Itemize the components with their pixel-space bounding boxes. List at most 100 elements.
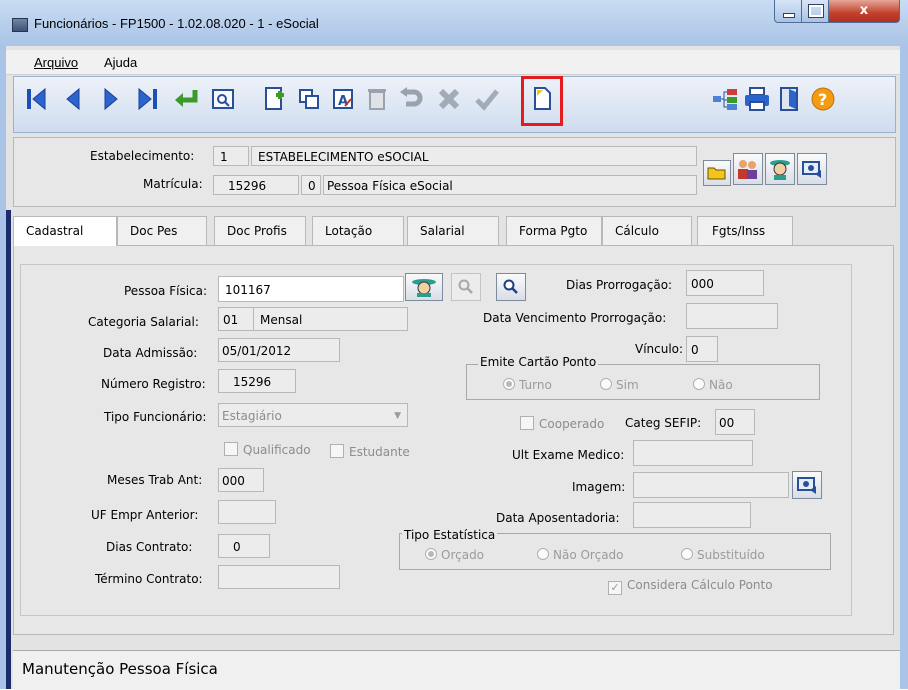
estudante-box — [330, 444, 344, 458]
search-icon — [503, 279, 518, 294]
radio-substituido-label: Substituído — [697, 548, 765, 562]
close-icon: x — [859, 3, 869, 18]
previous-record-icon[interactable] — [58, 83, 88, 115]
close-button[interactable]: x — [828, 0, 900, 23]
termino-contrato-field[interactable] — [218, 565, 340, 589]
radio-sim-dot — [600, 378, 612, 390]
last-record-icon[interactable] — [133, 83, 163, 115]
menu-ajuda[interactable]: Ajuda — [104, 55, 137, 70]
pessoa-fisica-field[interactable]: 101167 — [218, 276, 404, 302]
cooperado-checkbox[interactable]: Cooperado — [520, 416, 604, 431]
person-lookup-icon — [412, 279, 436, 297]
copy-icon[interactable] — [294, 83, 324, 115]
enter-icon[interactable] — [171, 83, 201, 115]
estabelecimento-name-field[interactable]: ESTABELECIMENTO eSOCIAL — [251, 146, 697, 166]
radio-orcado-dot — [425, 548, 437, 560]
categoria-salarial-code-field[interactable]: 01 — [218, 307, 254, 331]
data-admissao-label: Data Admissão: — [103, 346, 198, 360]
first-record-icon[interactable] — [21, 83, 51, 115]
qualificado-checkbox[interactable]: Qualificado — [224, 442, 311, 457]
data-admissao-field[interactable]: 05/01/2012 — [218, 338, 340, 362]
radio-nao-orcado-label: Não Orçado — [553, 548, 624, 562]
vinculo-label: Vínculo: — [635, 342, 684, 356]
maximize-button[interactable] — [801, 0, 829, 23]
tab-salarial[interactable]: Salarial — [407, 216, 499, 245]
numero-registro-field[interactable]: 15296 — [218, 369, 296, 393]
estudante-checkbox[interactable]: Estudante — [330, 444, 410, 459]
qualificado-label: Qualificado — [243, 443, 311, 457]
exit-door-icon[interactable] — [774, 83, 804, 115]
folder-icon — [707, 167, 726, 180]
next-record-icon[interactable] — [96, 83, 126, 115]
tab-lotacao[interactable]: Lotação — [312, 216, 404, 245]
data-vencimento-field[interactable] — [686, 303, 778, 329]
radio-orcado[interactable]: Orçado — [425, 548, 484, 562]
zoom-icon[interactable] — [208, 83, 238, 115]
radio-substituido[interactable]: Substituído — [681, 548, 765, 562]
camera-button[interactable] — [797, 153, 827, 185]
menu-arquivo-label: Arquivo — [34, 55, 79, 70]
tab-fgts-inss[interactable]: Fgts/Inss — [697, 216, 793, 245]
radio-orcado-label: Orçado — [441, 548, 485, 562]
data-vencimento-label: Data Vencimento Prorrogação: — [483, 311, 667, 325]
search-button[interactable] — [496, 273, 526, 301]
ult-exame-field[interactable] — [633, 440, 753, 466]
matricula-name-field[interactable]: Pessoa Física eSocial — [323, 175, 697, 195]
delete-icon[interactable] — [362, 83, 392, 115]
minimize-button[interactable] — [774, 0, 802, 23]
person-hat-button[interactable] — [765, 153, 795, 185]
search-disabled-button[interactable] — [451, 273, 481, 301]
numero-registro-label: Número Registro: — [101, 377, 206, 391]
meses-trab-field[interactable]: 000 — [218, 468, 264, 492]
tab-forma-pgto[interactable]: Forma Pgto — [506, 216, 602, 245]
pessoa-fisica-lookup-button[interactable] — [405, 273, 443, 301]
confirm-icon[interactable] — [472, 83, 502, 115]
radio-turno-label: Turno — [519, 378, 552, 392]
print-icon[interactable] — [742, 83, 772, 115]
considera-calculo-label: Considera Cálculo Ponto — [627, 578, 773, 592]
cancel-icon[interactable] — [434, 83, 464, 115]
pessoa-fisica-label: Pessoa Física: — [124, 284, 208, 298]
estabelecimento-code-field[interactable]: 1 — [213, 146, 249, 166]
menu-ajuda-label: Ajuda — [104, 55, 138, 70]
dias-prorrogacao-field[interactable]: 000 — [686, 270, 764, 296]
person-icon — [770, 160, 790, 180]
radio-sim[interactable]: Sim — [600, 378, 639, 392]
new-page-icon[interactable] — [260, 83, 290, 115]
tree-icon[interactable] — [710, 83, 740, 115]
people-button[interactable] — [733, 153, 763, 185]
menu-arquivo[interactable]: Arquivo — [34, 55, 78, 70]
radio-turno[interactable]: Turno — [503, 378, 552, 392]
tab-cadastral[interactable]: Cadastral — [13, 216, 117, 246]
termino-contrato-label: Término Contrato: — [95, 572, 203, 586]
matricula-field[interactable]: 15296 — [213, 175, 299, 195]
uf-empr-field[interactable] — [218, 500, 276, 524]
tab-doc-profis[interactable]: Doc Profis — [214, 216, 306, 245]
vinculo-field[interactable]: 0 — [686, 336, 718, 362]
matricula-digit-field[interactable]: 0 — [301, 175, 321, 195]
help-icon[interactable]: ? — [808, 83, 838, 115]
open-folder-button[interactable] — [703, 160, 731, 186]
categoria-salarial-label: Categoria Salarial: — [88, 315, 199, 329]
categ-sefip-label: Categ SEFIP: — [625, 416, 702, 430]
radio-nao-orcado[interactable]: Não Orçado — [537, 548, 624, 562]
search-disabled-icon — [458, 279, 473, 294]
edit-text-icon[interactable]: A — [328, 83, 358, 115]
tab-calculo[interactable]: Cálculo — [602, 216, 692, 245]
radio-nao[interactable]: Não — [693, 378, 733, 392]
app-icon — [12, 18, 28, 32]
maximize-icon — [808, 4, 824, 18]
tab-doc-pes[interactable]: Doc Pes — [117, 216, 207, 245]
categ-sefip-field[interactable]: 00 — [715, 409, 755, 435]
status-text: Manutenção Pessoa Física — [22, 660, 218, 678]
emite-cartao-label: Emite Cartão Ponto — [478, 355, 599, 369]
tipo-funcionario-select[interactable]: Estagiário ▼ — [218, 403, 408, 427]
categoria-salarial-name-field[interactable]: Mensal — [253, 307, 408, 331]
data-aposentadoria-field[interactable] — [633, 502, 751, 528]
imagem-field[interactable] — [633, 472, 789, 498]
considera-calculo-checkbox[interactable]: ✓ Considera Cálculo Ponto — [608, 578, 773, 595]
undo-icon[interactable] — [396, 83, 426, 115]
dias-contrato-field[interactable]: 0 — [218, 534, 270, 558]
tipo-funcionario-value: Estagiário — [222, 409, 282, 423]
imagem-camera-button[interactable] — [792, 471, 822, 499]
